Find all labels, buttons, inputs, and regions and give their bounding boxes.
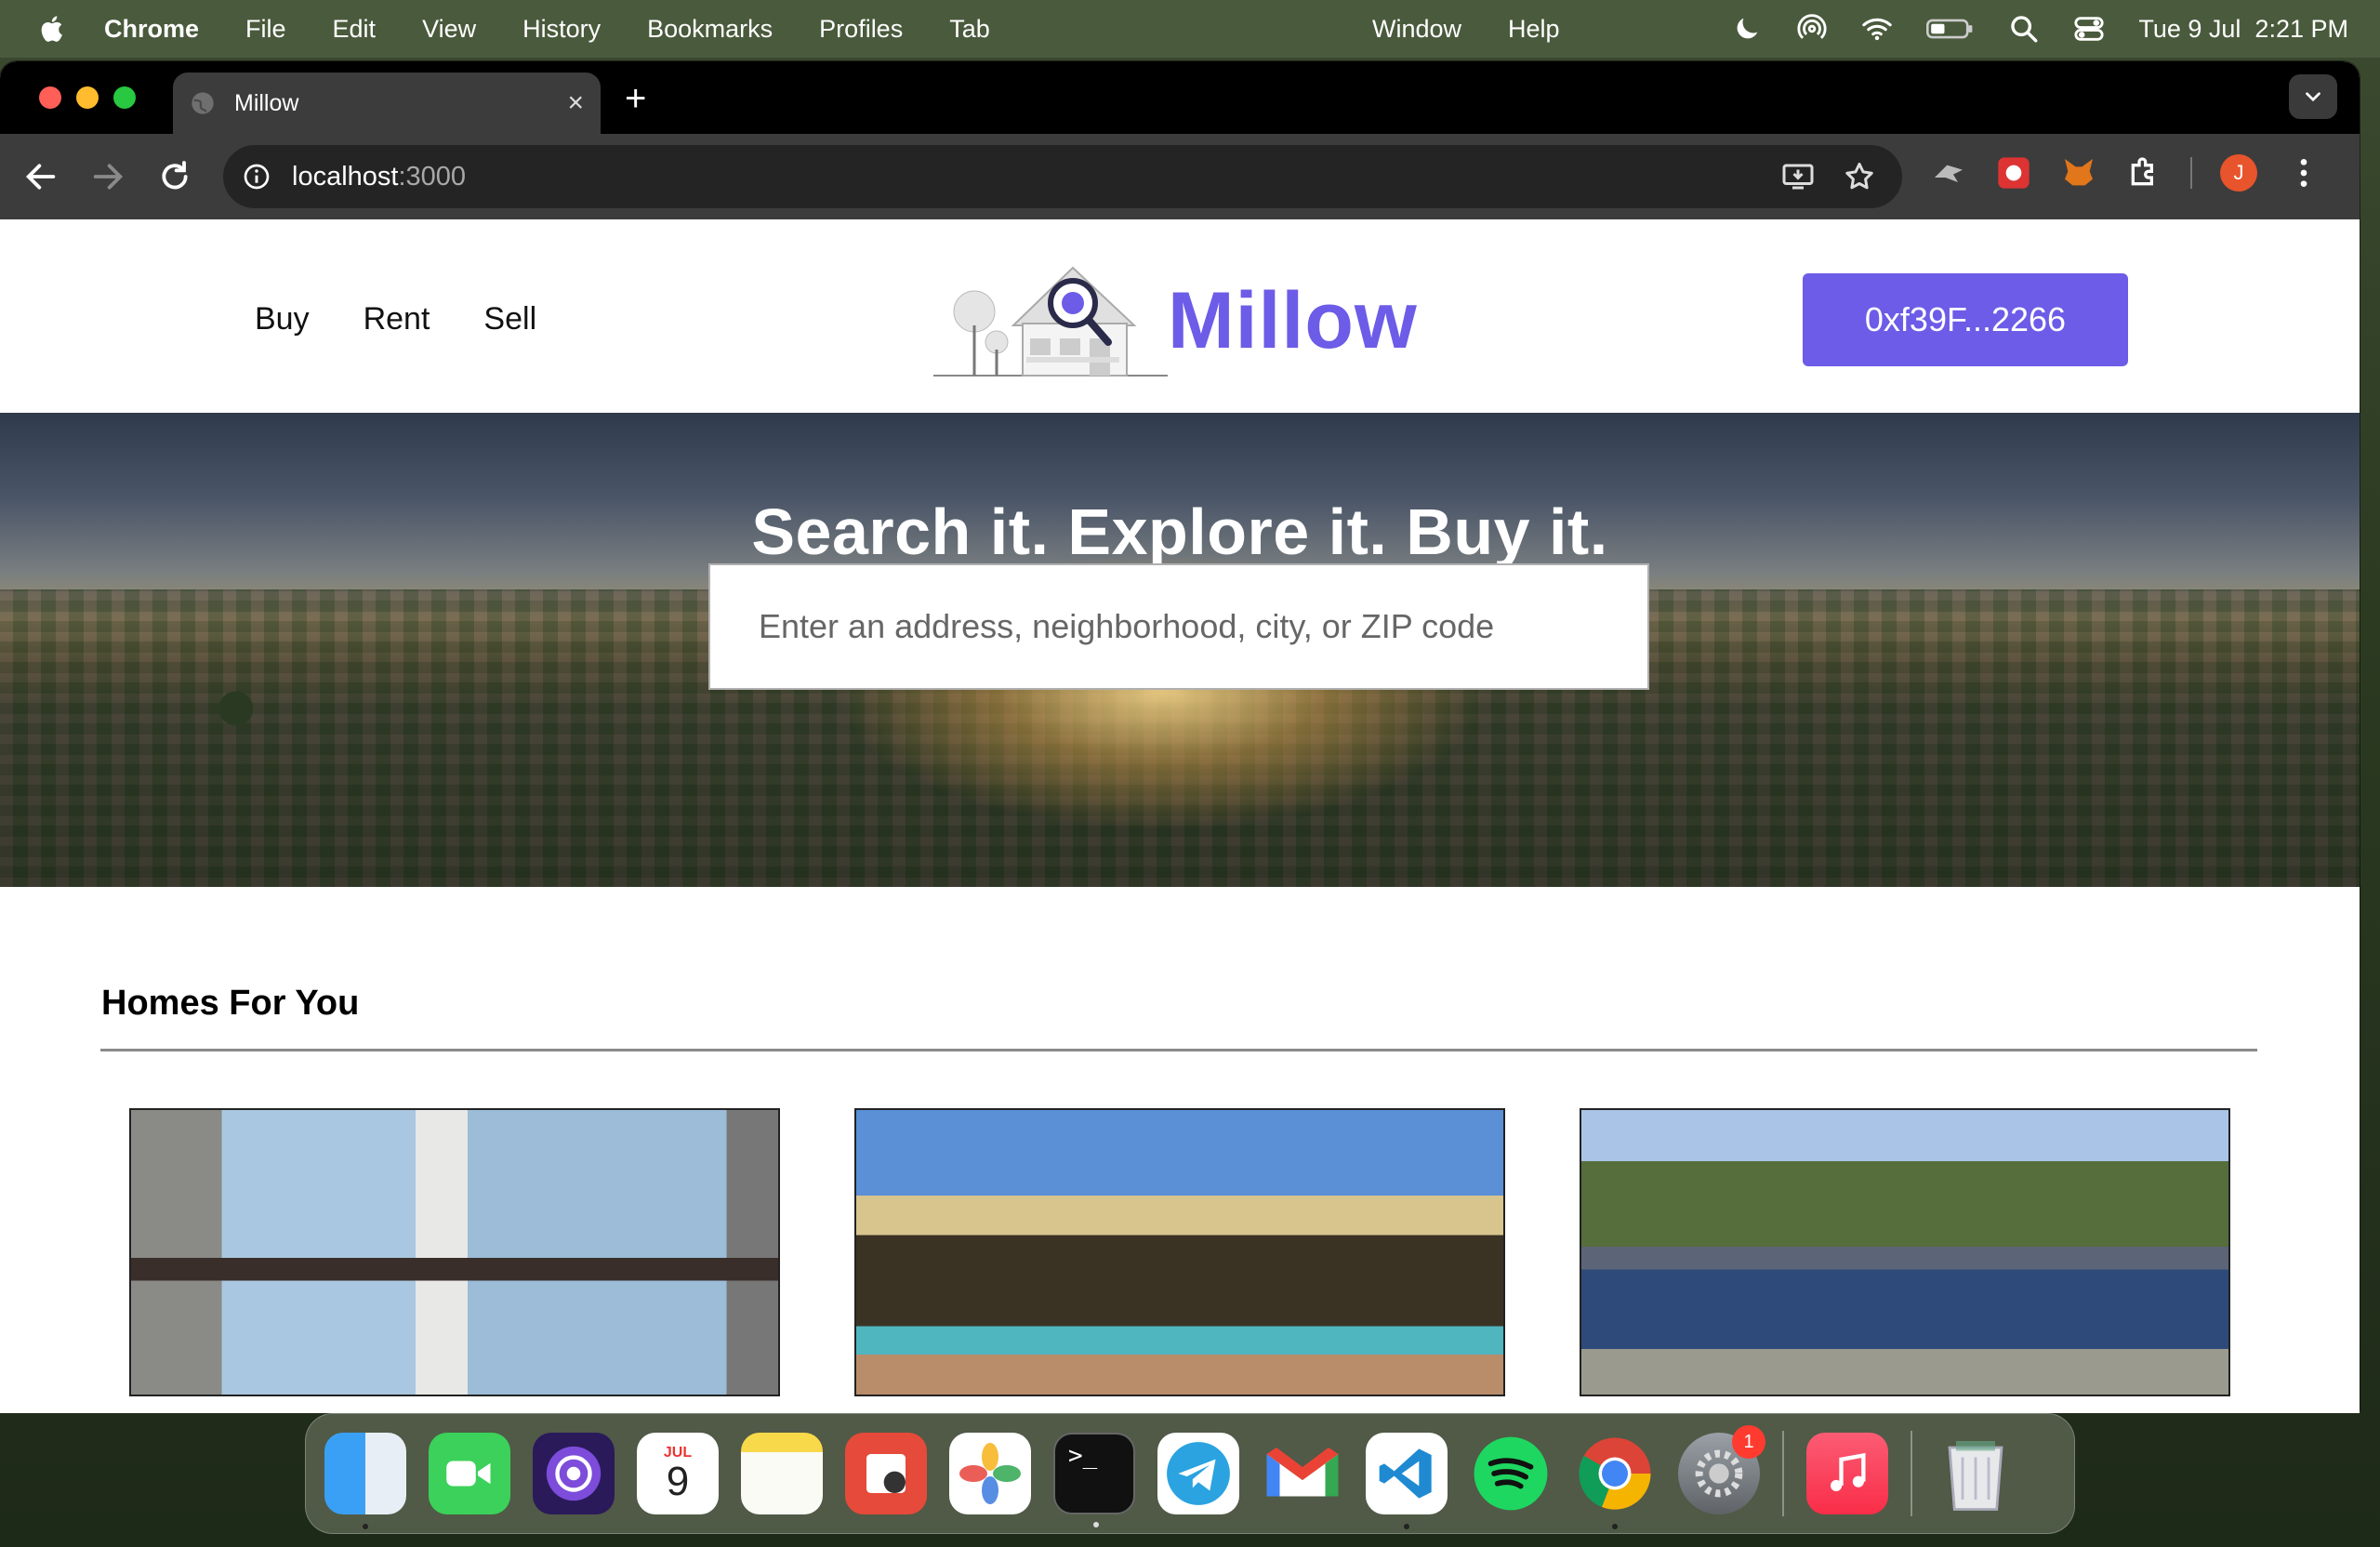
hero-banner: Search it. Explore it. Buy it. [0,413,2360,887]
site-info-icon[interactable] [242,162,271,192]
nav-sell[interactable]: Sell [483,301,536,337]
toolbar-divider [2190,157,2192,189]
minimize-window-button[interactable] [76,86,99,109]
notification-badge: 1 [1732,1425,1765,1459]
profile-avatar[interactable]: J [2220,154,2257,192]
trash-icon[interactable] [1935,1433,2016,1514]
photos-icon[interactable] [949,1433,1031,1514]
install-app-icon[interactable] [1781,160,1815,193]
brand[interactable]: Millow [933,260,1418,381]
nav-rent[interactable]: Rent [364,301,430,337]
macos-menubar: Chrome File Edit View History Bookmarks … [0,0,2380,58]
brand-name: Millow [1168,275,1418,365]
running-indicator [1093,1522,1099,1527]
menu-help[interactable]: Help [1508,15,1560,44]
home-card[interactable] [1580,1108,2230,1396]
menu-history[interactable]: History [522,15,601,44]
nav-buy[interactable]: Buy [255,301,310,337]
running-indicator [363,1524,368,1529]
gmail-icon[interactable] [1262,1433,1343,1514]
home-card[interactable] [129,1108,780,1396]
menu-window[interactable]: Window [1372,15,1461,44]
search-input[interactable] [708,563,1649,690]
airdrop-icon[interactable] [1796,13,1828,45]
control-center-icon[interactable] [2073,13,2105,45]
tab-strip: Millow × + [0,61,2360,134]
more-menu-icon[interactable] [2285,154,2322,192]
new-tab-button[interactable]: + [625,78,646,120]
tab-search-button[interactable] [2289,74,2337,119]
url-port: :3000 [398,161,467,192]
forward-icon[interactable] [89,158,126,195]
vscode-icon[interactable] [1366,1433,1448,1529]
calendar-day: 9 [666,1459,690,1504]
spotify-icon[interactable] [1470,1433,1552,1514]
bird-extension-icon[interactable] [1930,154,1967,192]
extensions-area: J [1930,154,2322,192]
section-divider [100,1049,2257,1051]
macos-dock: JUL 9 >_ 1 [305,1413,2075,1534]
globe-icon [192,92,214,114]
clock[interactable]: Tue 9 Jul 2:21 PM [2138,15,2348,44]
nav-links: Buy Rent Sell [255,301,536,337]
wifi-icon[interactable] [1861,13,1893,45]
menu-edit[interactable]: Edit [333,15,377,44]
url-host: localhost [292,161,399,192]
menu-bookmarks[interactable]: Bookmarks [647,15,773,44]
finder-icon[interactable] [324,1433,406,1529]
tab-title: Millow [234,89,299,116]
menu-tab[interactable]: Tab [949,15,990,44]
address-bar[interactable]: localhost:3000 [223,145,1902,208]
site-navbar: Buy Rent Sell Millow 0xf39F...2266 [0,223,2360,413]
moon-icon[interactable] [1731,13,1763,45]
home-photo-blue-house [1581,1110,2228,1395]
puzzle-red-extension-icon[interactable] [1995,154,2032,192]
system-settings-icon[interactable]: 1 [1678,1425,1765,1514]
zoom-window-button[interactable] [113,86,136,109]
home-card[interactable] [854,1108,1505,1396]
extensions-puzzle-icon[interactable] [2125,154,2162,192]
photo-booth-icon[interactable] [845,1433,927,1514]
home-photo-interior [131,1110,778,1395]
chrome-icon[interactable] [1574,1433,1656,1529]
spotlight-search-icon[interactable] [2008,13,2040,45]
millow-page: Buy Rent Sell Millow 0xf39F...2266 Searc… [0,223,2360,1413]
running-indicator [1404,1524,1409,1529]
window-controls [39,86,136,109]
close-window-button[interactable] [39,86,61,109]
home-photo-pool-house [856,1110,1503,1395]
apple-icon[interactable] [37,13,69,45]
browser-toolbar: localhost:3000 J [0,134,2360,219]
section-title: Homes For You [101,984,360,1023]
house-magnifier-logo-icon [933,266,1168,377]
close-tab-icon[interactable]: × [567,87,584,119]
bookmark-star-icon[interactable] [1843,160,1876,193]
menu-profiles[interactable]: Profiles [819,15,903,44]
menu-view[interactable]: View [422,15,476,44]
menu-file[interactable]: File [245,15,286,44]
hero-title: Search it. Explore it. Buy it. [751,496,1608,568]
notes-icon[interactable] [741,1433,823,1514]
battery-icon[interactable] [1926,13,1975,45]
telegram-icon[interactable] [1157,1433,1239,1514]
music-icon[interactable] [1806,1433,1888,1514]
tab-millow[interactable]: Millow × [173,73,601,134]
metamask-fox-icon[interactable] [2060,154,2097,192]
wallet-connect-button[interactable]: 0xf39F...2266 [1803,273,2128,366]
running-indicator [1612,1524,1618,1529]
dock-separator [1782,1431,1784,1516]
terminal-icon[interactable]: >_ [1053,1433,1135,1527]
back-icon[interactable] [22,158,60,195]
chevron-down-icon [2306,92,2320,102]
calendar-icon[interactable]: JUL 9 [637,1433,719,1514]
reload-icon[interactable] [156,158,193,195]
facetime-icon[interactable] [429,1433,510,1514]
menu-app-chrome[interactable]: Chrome [104,15,199,44]
tor-browser-icon[interactable] [533,1433,615,1514]
dock-separator [1911,1431,1912,1516]
